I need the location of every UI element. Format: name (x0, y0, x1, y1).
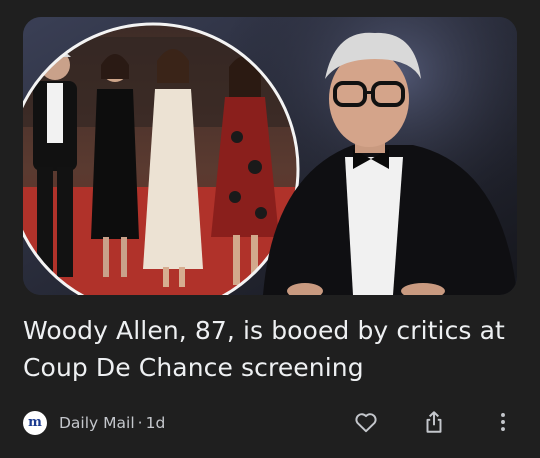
article-age: 1d (145, 414, 166, 432)
daily-mail-logo-icon: m (23, 411, 47, 435)
source-logo-letter: m (28, 415, 42, 430)
source-name[interactable]: Daily Mail (59, 414, 135, 432)
article-headline[interactable]: Woody Allen, 87, is booed by critics at … (23, 312, 517, 386)
like-button[interactable] (350, 406, 382, 438)
meta-separator: · (137, 414, 143, 432)
thumbnail-photo (23, 17, 517, 295)
article-meta: m Daily Mail · 1d (23, 410, 165, 436)
heart-outline-icon (355, 413, 377, 433)
more-options-button[interactable] (487, 406, 519, 438)
news-card[interactable]: Woody Allen, 87, is booed by critics at … (0, 0, 540, 458)
article-thumbnail[interactable] (23, 17, 517, 295)
share-button[interactable] (418, 406, 450, 438)
share-icon (426, 411, 442, 433)
more-vert-icon (501, 413, 505, 431)
